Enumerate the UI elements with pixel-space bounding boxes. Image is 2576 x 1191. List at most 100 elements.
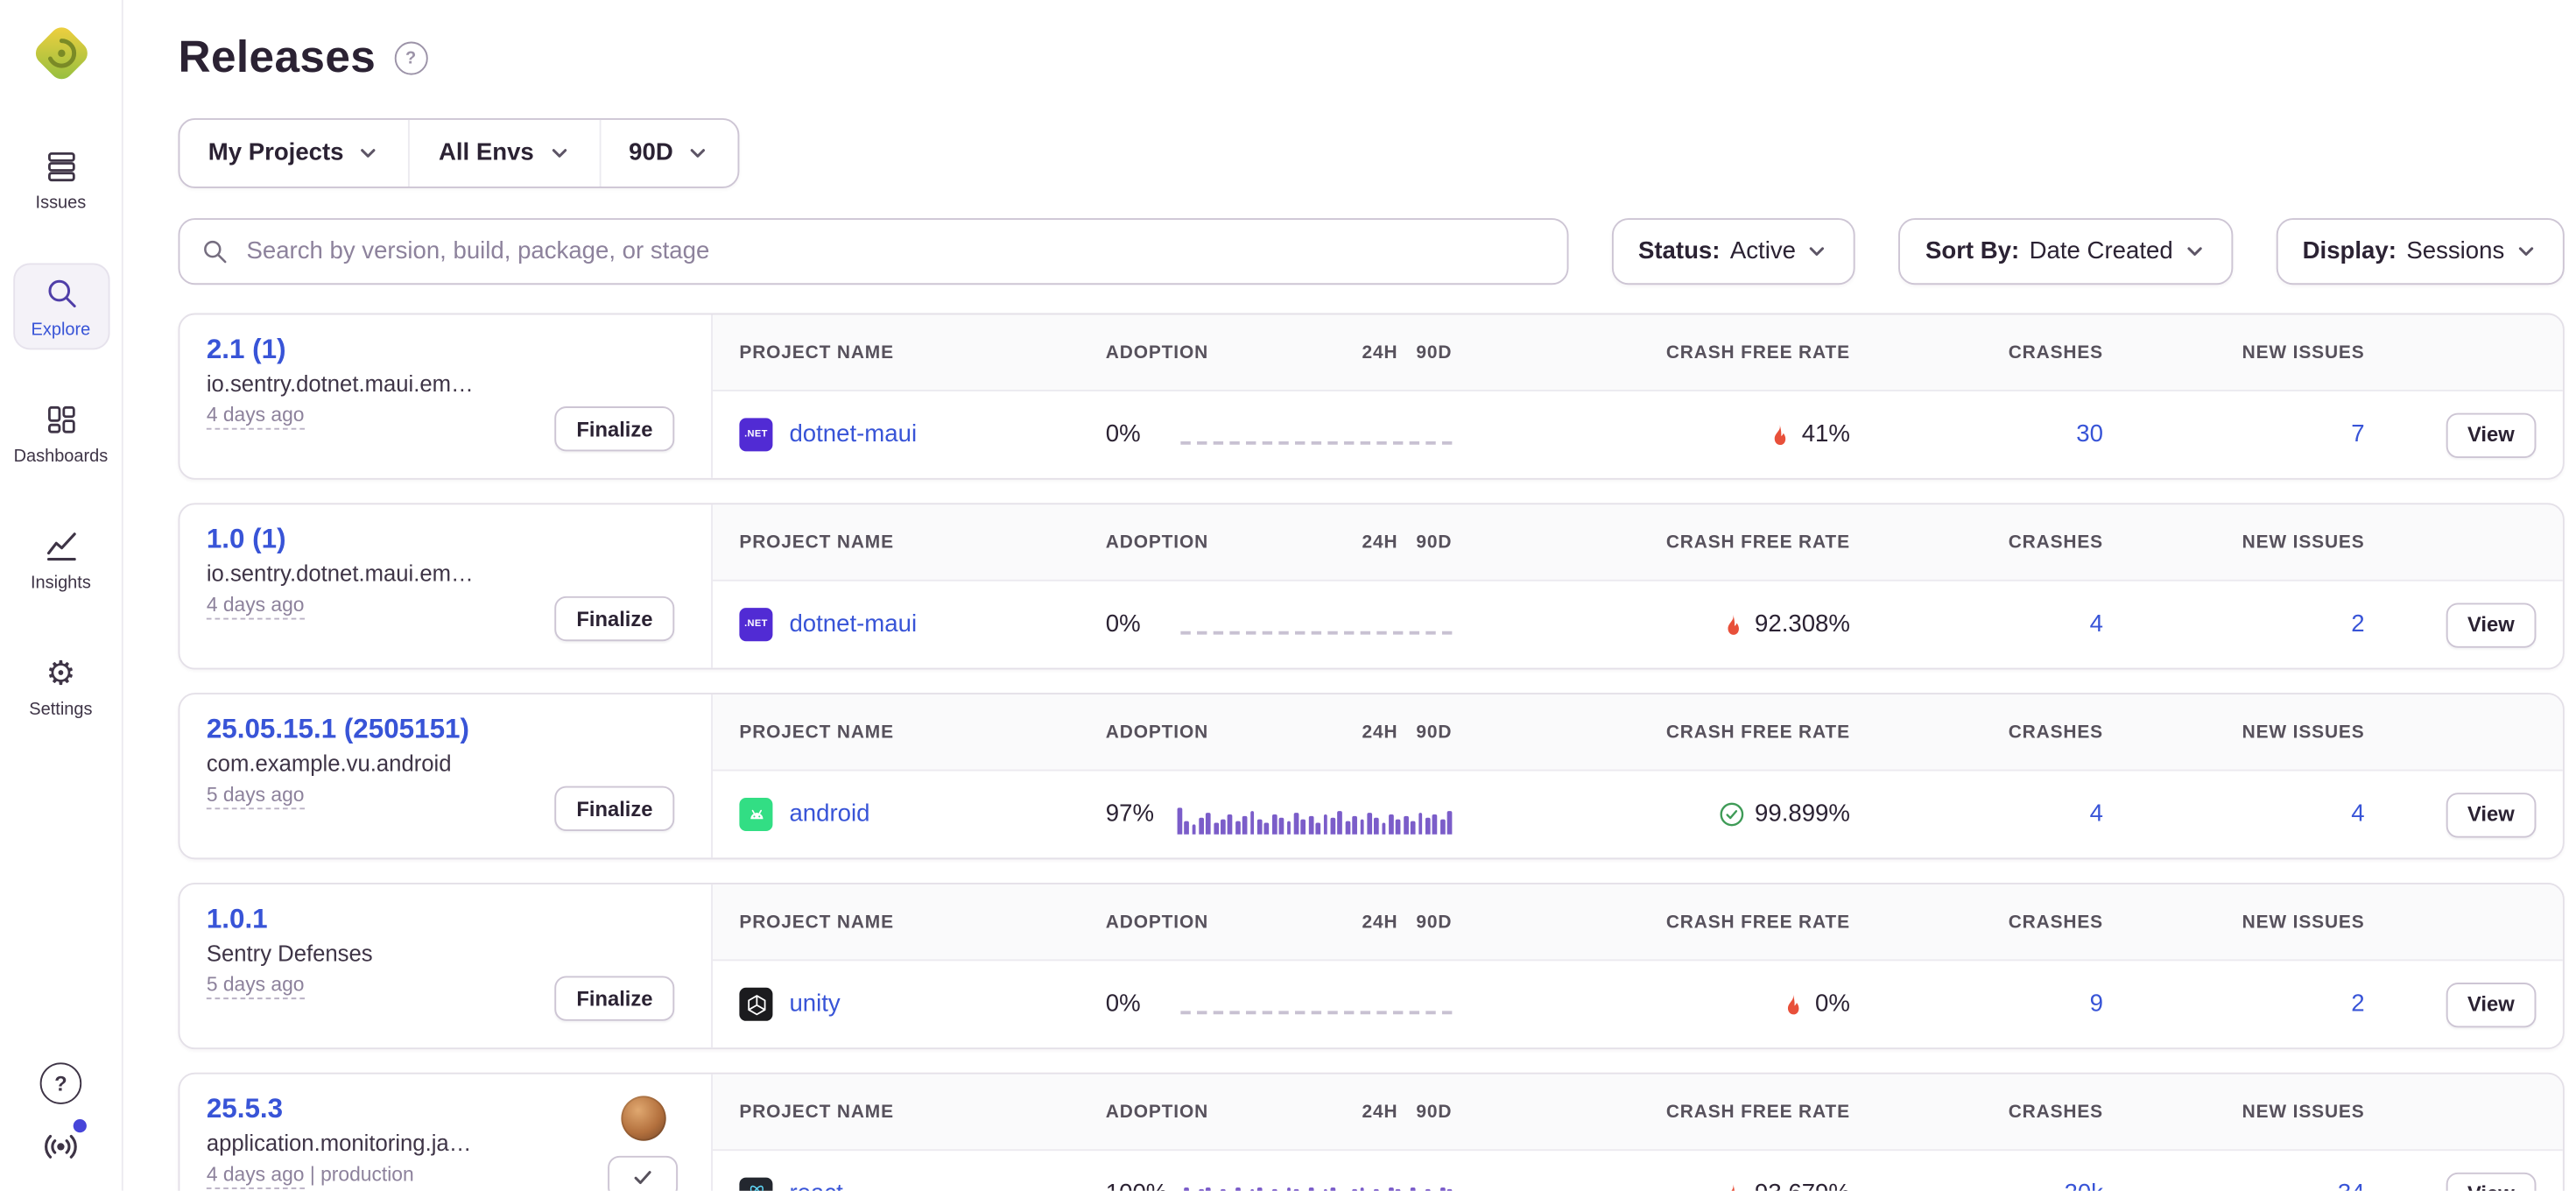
range-90d-label[interactable]: 90D [1416,342,1452,363]
display-label: Display: [2303,238,2397,264]
column-header-adoption: ADOPTION [1106,912,1181,932]
projects-filter[interactable]: My Projects [179,120,408,187]
main-content: Releases ? My Projects All Envs 90D [122,0,2576,1191]
new-issues-link[interactable]: 34 [2338,1180,2365,1190]
release-age-value: 4 days ago [207,1162,305,1188]
range-90d-label[interactable]: 90D [1416,722,1452,742]
range-90d-label[interactable]: 90D [1416,1102,1452,1122]
release-card: 25.5.3 application.monitoring.ja… 4 days… [178,1073,2564,1191]
page-help-icon[interactable]: ? [394,41,427,74]
crash-free-value: 41% [1802,421,1850,448]
adoption-bars-chart[interactable] [1177,1185,1452,1191]
crashes-link[interactable]: 9 [2090,991,2103,1018]
release-list: 2.1 (1) io.sentry.dotnet.maui.em… 4 days… [178,314,2564,1191]
crashes-link[interactable]: 4 [2090,611,2103,638]
view-button[interactable]: View [2446,603,2536,647]
adoption-chart[interactable] [1180,1180,1463,1190]
sidebar-nav: Issues Explore [12,137,109,729]
adoption-value: 0% [1106,991,1181,1018]
range-90d-label[interactable]: 90D [1416,912,1452,932]
display-dropdown[interactable]: Display: Sessions [2276,218,2565,285]
dotnet-icon: .NET [739,418,772,451]
project-link[interactable]: android [789,801,869,828]
release-version-link[interactable]: 25.05.15.1 (2505151) [207,715,469,746]
sidebar-item-label: Explore [32,320,91,340]
release-card: 1.0 (1) io.sentry.dotnet.maui.em… 4 days… [178,503,2564,669]
finalize-button[interactable]: Finalize [555,786,675,831]
range-24h-label[interactable]: 24H [1362,342,1398,363]
crashes-link[interactable]: 30 [2076,421,2103,448]
release-version-link[interactable]: 1.0 (1) [207,525,286,556]
range-24h-label[interactable]: 24H [1362,1102,1398,1122]
release-meta: 25.05.15.1 (2505151) com.example.vu.andr… [179,694,713,857]
new-issues-link[interactable]: 2 [2351,991,2364,1018]
view-button[interactable]: View [2446,792,2536,836]
column-header-crash-free: CRASH FREE RATE [1464,912,1850,932]
release-table-header: PROJECT NAME ADOPTION 24H 90D CRASH FREE… [713,504,2563,581]
page-title: Releases [178,32,376,83]
sort-by-dropdown[interactable]: Sort By: Date Created [1899,218,2234,285]
search-input[interactable] [243,236,1545,266]
search-icon [201,238,228,264]
finalize-button[interactable]: Finalize [555,976,675,1020]
range-90d-label[interactable]: 90D [1416,532,1452,553]
environments-filter-label: All Envs [439,140,534,166]
project-link[interactable]: unity [789,991,840,1018]
view-button[interactable]: View [2446,1172,2536,1191]
range-24h-label[interactable]: 24H [1362,912,1398,932]
new-issues-link[interactable]: 2 [2351,611,2364,638]
status-dropdown[interactable]: Status: Active [1612,218,1856,285]
release-table-row: .NET dotnet-maui 0% 92.308% 4 2 View [713,581,2563,668]
view-button[interactable]: View [2446,412,2536,457]
column-header-range: 24H 90D [1180,342,1463,363]
project-link[interactable]: dotnet-maui [789,611,917,638]
avatar[interactable] [620,1096,665,1140]
column-header-adoption: ADOPTION [1106,1102,1181,1122]
finalize-button[interactable]: Finalize [555,596,675,641]
column-header-crash-free: CRASH FREE RATE [1464,722,1850,742]
sidebar-item-issues[interactable]: Issues [12,137,109,223]
sidebar-item-dashboards[interactable]: Dashboards [12,390,109,476]
crashes-link[interactable]: 20k [2064,1180,2102,1190]
fire-icon [1767,422,1792,448]
release-meta: 1.0.1 Sentry Defenses 5 days ago Finaliz… [179,884,713,1047]
column-header-project: PROJECT NAME [739,532,1105,553]
adoption-chart[interactable] [1180,800,1463,828]
release-version-link[interactable]: 2.1 (1) [207,335,286,366]
release-age-value: 4 days ago [207,593,305,619]
release-table-row: unity 0% 0% 9 2 View [713,961,2563,1047]
sidebar-item-explore[interactable]: Explore [12,263,109,349]
new-issues-link[interactable]: 4 [2351,801,2364,828]
project-link[interactable]: dotnet-maui [789,421,917,448]
column-header-project: PROJECT NAME [739,342,1105,363]
finalize-button[interactable]: Finalize [555,406,675,451]
adoption-chart[interactable] [1180,1003,1463,1006]
sidebar-item-insights[interactable]: Insights [12,517,109,603]
release-package: application.monitoring.ja… [207,1131,556,1156]
date-range-filter[interactable]: 90D [599,120,738,187]
project-link[interactable]: react [789,1180,842,1190]
adoption-chart[interactable] [1180,433,1463,436]
adoption-bars-chart[interactable] [1177,806,1452,834]
react-icon [739,1178,772,1191]
release-version-link[interactable]: 25.5.3 [207,1094,283,1125]
release-table: PROJECT NAME ADOPTION 24H 90D CRASH FREE… [713,314,2563,477]
explore-search-icon [42,275,79,312]
range-24h-label[interactable]: 24H [1362,532,1398,553]
adoption-chart[interactable] [1180,623,1463,626]
environments-filter[interactable]: All Envs [409,120,599,187]
crashes-link[interactable]: 4 [2090,801,2103,828]
range-24h-label[interactable]: 24H [1362,722,1398,742]
new-issues-link[interactable]: 7 [2351,421,2364,448]
help-icon[interactable]: ? [40,1062,82,1104]
release-package: io.sentry.dotnet.maui.em… [207,371,556,397]
release-table-row: android 97% 99.899% 4 4 View [713,772,2563,858]
sidebar-item-settings[interactable]: ⚙ Settings [12,643,109,729]
finalized-check-button[interactable] [608,1156,678,1191]
broadcast-icon[interactable] [40,1126,82,1168]
release-age-value: 5 days ago [207,783,305,809]
sentry-logo-icon[interactable] [27,20,94,87]
view-button[interactable]: View [2446,982,2536,1026]
release-table: PROJECT NAME ADOPTION 24H 90D CRASH FREE… [713,1075,2563,1191]
release-version-link[interactable]: 1.0.1 [207,905,268,936]
